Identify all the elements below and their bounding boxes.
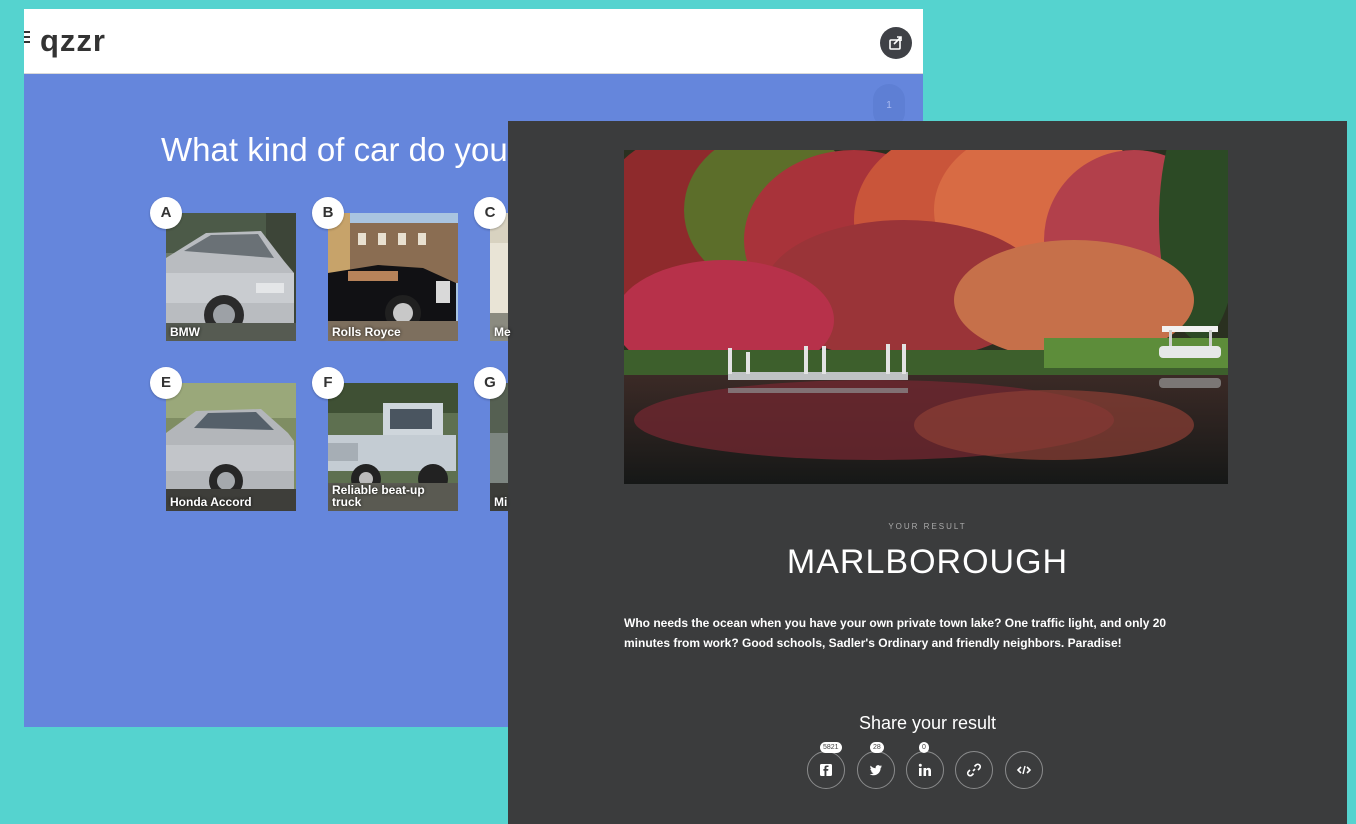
twitter-icon <box>869 765 882 776</box>
link-icon <box>966 763 982 777</box>
embed-icon <box>1016 765 1032 775</box>
option-label: Mi <box>494 495 508 509</box>
option-letter: G <box>474 367 506 399</box>
question-title: What kind of car do you d <box>161 131 536 168</box>
option-letter: B <box>312 197 344 229</box>
option-letter: A <box>150 197 182 229</box>
option-letter: F <box>312 367 344 399</box>
option-letter: E <box>150 367 182 399</box>
result-panel: YOUR RESULT MARLBOROUGH Who needs the oc… <box>508 121 1347 824</box>
copy-link-button[interactable] <box>955 751 993 789</box>
facebook-icon <box>820 764 832 776</box>
bmw-image <box>166 213 296 341</box>
hamburger-menu-icon[interactable] <box>24 31 30 43</box>
share-button[interactable] <box>880 27 912 59</box>
option-label: Reliable beat-up truck <box>332 483 425 509</box>
answer-option-e[interactable]: E Honda Accord <box>150 367 296 511</box>
result-description: Who needs the ocean when you have your o… <box>624 616 1167 650</box>
option-label: BMW <box>170 325 200 339</box>
qzzr-logo[interactable]: qzzr <box>40 23 106 59</box>
option-letter: C <box>474 197 506 229</box>
result-kicker: YOUR RESULT <box>888 522 967 531</box>
option-label: Me <box>494 325 511 339</box>
facebook-share-count: 5821 <box>820 742 842 753</box>
linkedin-share-count: 0 <box>919 742 929 753</box>
rolls-royce-image <box>328 213 458 341</box>
share-heading: Share your result <box>858 713 997 733</box>
linkedin-share-button[interactable]: 0 <box>906 742 944 789</box>
linkedin-icon <box>918 763 931 776</box>
facebook-share-button[interactable]: 5821 <box>807 742 845 789</box>
share-icon <box>889 36 902 50</box>
answer-option-f[interactable]: F Reliable beat-up truck <box>312 367 458 511</box>
quiz-header: qzzr <box>24 9 923 74</box>
option-label: Honda Accord <box>170 495 252 509</box>
honda-accord-image <box>166 383 296 511</box>
twitter-share-count: 28 <box>870 742 884 753</box>
answer-option-b[interactable]: B Rolls Royce <box>312 197 458 341</box>
embed-button[interactable] <box>1005 751 1043 789</box>
result-title: MARLBOROUGH <box>786 543 1069 581</box>
option-label: Rolls Royce <box>332 325 401 339</box>
twitter-share-button[interactable]: 28 <box>857 742 895 789</box>
answer-option-a[interactable]: A BMW <box>150 197 296 341</box>
result-lake-image <box>624 150 1228 484</box>
